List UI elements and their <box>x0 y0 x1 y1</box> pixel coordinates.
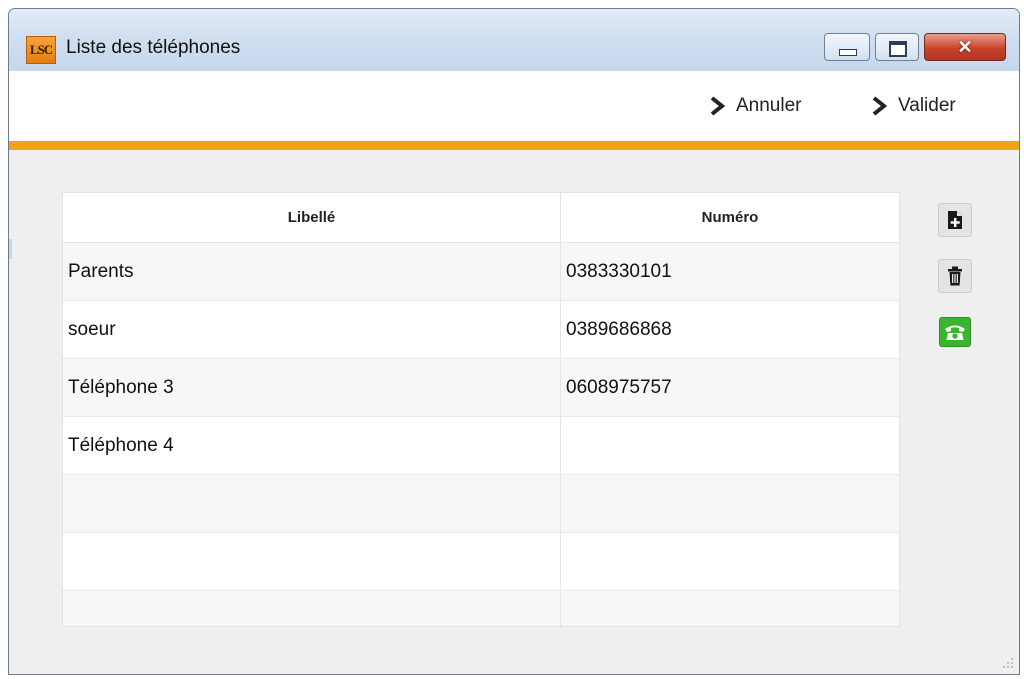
cell-numero[interactable] <box>561 475 899 532</box>
cell-numero[interactable]: 0389686868 <box>561 301 899 358</box>
cell-libelle[interactable]: Téléphone 4 <box>63 417 561 474</box>
cell-libelle[interactable]: Téléphone 3 <box>63 359 561 416</box>
add-phone-button[interactable] <box>938 203 972 237</box>
column-header-numero[interactable]: Numéro <box>561 193 899 242</box>
maximize-icon <box>889 41 907 57</box>
column-header-libelle[interactable]: Libellé <box>63 193 561 242</box>
chevron-right-icon <box>872 96 888 116</box>
title-bar[interactable]: LSC Liste des téléphones ✕ <box>9 9 1019 71</box>
cancel-button[interactable]: Annuler <box>709 91 802 121</box>
window-edge-accent <box>9 239 12 259</box>
table-row[interactable] <box>63 591 899 626</box>
table-row[interactable]: Téléphone 3 0608975757 <box>63 359 899 417</box>
resize-grip-icon[interactable] <box>1001 656 1015 670</box>
cell-libelle[interactable]: Parents <box>63 243 561 300</box>
action-toolbar: Annuler Valider <box>9 71 1019 141</box>
table-row[interactable]: Téléphone 4 <box>63 417 899 475</box>
delete-phone-button[interactable] <box>938 259 972 293</box>
phone-list-window: LSC Liste des téléphones ✕ Annuler Valid… <box>8 8 1020 675</box>
table-header: Libellé Numéro <box>63 193 899 243</box>
phone-table: Libellé Numéro Parents 0383330101 soeur … <box>62 192 900 627</box>
cell-numero[interactable] <box>561 533 899 590</box>
cell-libelle[interactable] <box>63 533 561 590</box>
chevron-right-icon <box>710 96 726 116</box>
validate-button[interactable]: Valider <box>871 91 956 121</box>
app-logo-icon: LSC <box>26 36 56 64</box>
call-button[interactable] <box>939 317 971 347</box>
trash-icon <box>948 266 962 286</box>
cell-numero[interactable] <box>561 591 899 626</box>
close-icon: ✕ <box>957 37 973 57</box>
close-button[interactable]: ✕ <box>924 33 1006 61</box>
validate-label: Valider <box>898 95 956 116</box>
table-row[interactable] <box>63 533 899 591</box>
cancel-label: Annuler <box>736 95 802 116</box>
table-row[interactable]: Parents 0383330101 <box>63 243 899 301</box>
cell-numero[interactable]: 0608975757 <box>561 359 899 416</box>
table-row[interactable]: soeur 0389686868 <box>63 301 899 359</box>
minimize-icon <box>839 49 857 56</box>
phone-icon <box>945 325 965 340</box>
accent-divider <box>9 141 1019 150</box>
minimize-button[interactable] <box>824 33 870 61</box>
maximize-button[interactable] <box>875 33 919 61</box>
window-title: Liste des téléphones <box>66 37 241 58</box>
cell-numero[interactable]: 0383330101 <box>561 243 899 300</box>
cell-numero[interactable] <box>561 417 899 474</box>
cell-libelle[interactable] <box>63 591 561 626</box>
cell-libelle[interactable] <box>63 475 561 532</box>
table-row[interactable] <box>63 475 899 533</box>
cell-libelle[interactable]: soeur <box>63 301 561 358</box>
table-body: Parents 0383330101 soeur 0389686868 Télé… <box>63 243 899 626</box>
add-document-icon <box>948 211 962 229</box>
